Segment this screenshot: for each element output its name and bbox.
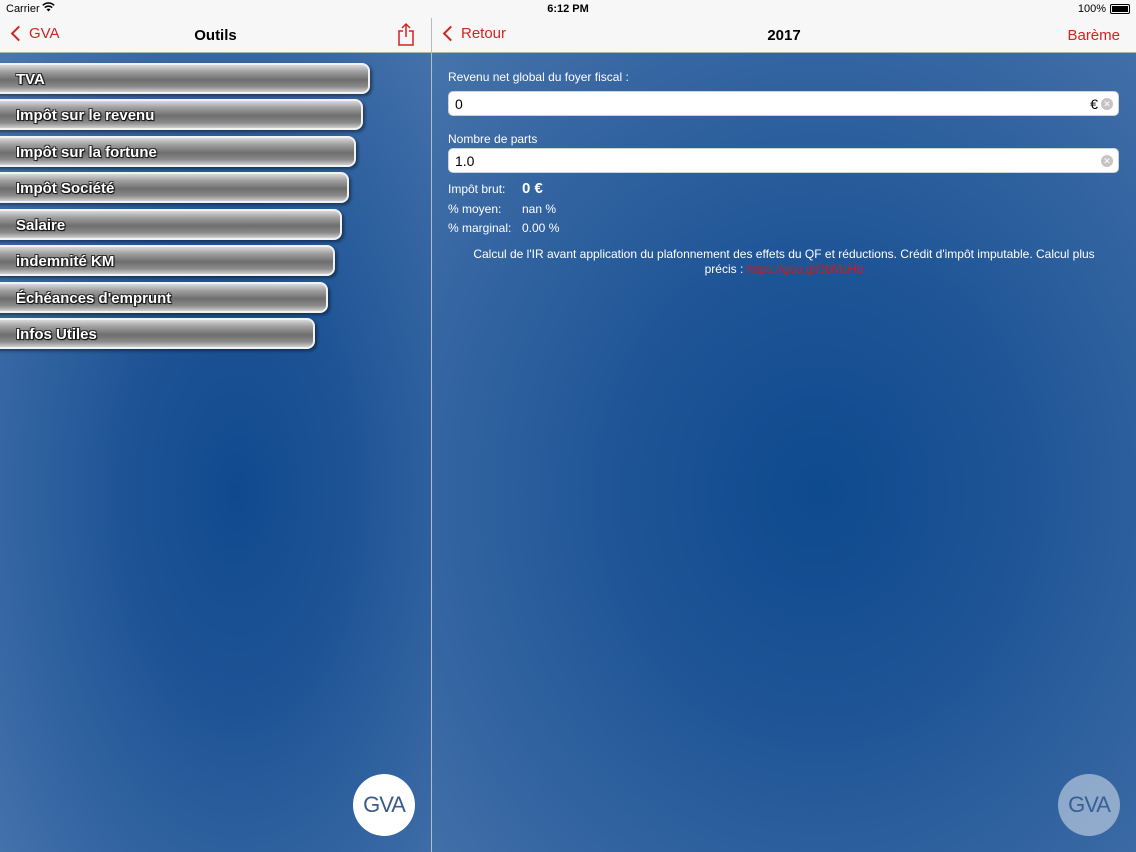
- menu-item-label: Impôt Société: [16, 180, 115, 197]
- impot-brut-label: Impôt brut:: [448, 182, 506, 196]
- impot-brut-value: 0 €: [522, 180, 543, 197]
- menu-item-label: TVA: [16, 71, 45, 88]
- menu-item-impot-societe[interactable]: Impôt Société: [0, 172, 349, 203]
- tools-menu-panel: TVA Impôt sur le revenu Impôt sur la for…: [0, 53, 431, 852]
- logo-text: GVA: [363, 792, 406, 817]
- logo-text: GVA: [1068, 792, 1111, 817]
- left-nav-bar: GVA Outils: [0, 18, 431, 53]
- split-divider: [431, 18, 432, 852]
- marginal-value: 0.00 %: [522, 221, 560, 235]
- revenu-label: Revenu net global du foyer fiscal :: [448, 70, 629, 84]
- status-bar: Carrier 6:12 PM 100%: [0, 0, 1136, 18]
- menu-item-echeances-emprunt[interactable]: Échéances d'emprunt: [0, 282, 328, 313]
- euro-unit: €: [1090, 96, 1098, 112]
- right-nav-bar: Retour 2017 Barème: [432, 18, 1136, 53]
- parts-value: 1.0: [455, 153, 475, 169]
- parts-label: Nombre de parts: [448, 132, 538, 146]
- clear-icon[interactable]: ✕: [1101, 155, 1113, 167]
- income-tax-calculator: Revenu net global du foyer fiscal : 0 € …: [432, 53, 1136, 852]
- menu-item-label: Infos Utiles: [16, 326, 97, 343]
- back-label: Retour: [461, 25, 507, 42]
- battery-percent: 100%: [1077, 3, 1106, 15]
- menu-item-salaire[interactable]: Salaire: [0, 209, 342, 240]
- parts-input[interactable]: 1.0 ✕: [448, 148, 1119, 173]
- battery-icon: [1110, 4, 1130, 14]
- moyen-value: nan %: [522, 202, 557, 216]
- back-label: GVA: [29, 25, 60, 42]
- moyen-label: % moyen:: [448, 202, 502, 216]
- revenu-input[interactable]: 0 € ✕: [448, 91, 1119, 116]
- left-nav-title: Outils: [194, 27, 237, 44]
- menu-item-label: Salaire: [16, 217, 66, 234]
- clock: 6:12 PM: [547, 3, 589, 15]
- menu-item-label: Impôt sur la fortune: [16, 144, 157, 161]
- menu-item-label: Impôt sur le revenu: [16, 107, 155, 124]
- retour-back-button[interactable]: Retour: [442, 25, 506, 42]
- menu-item-label: indemnité KM: [16, 253, 115, 270]
- precise-calc-link[interactable]: https://goo.gl/3bMsHb: [747, 262, 864, 276]
- revenu-value: 0: [455, 96, 463, 112]
- right-nav-title: 2017: [767, 27, 801, 44]
- menu-item-label: Échéances d'emprunt: [16, 290, 172, 307]
- menu-item-impot-fortune[interactable]: Impôt sur la fortune: [0, 136, 356, 167]
- gva-logo[interactable]: GVA: [353, 774, 415, 836]
- chevron-left-icon: [442, 25, 459, 42]
- menu-item-impot-revenu[interactable]: Impôt sur le revenu: [0, 99, 363, 130]
- chevron-left-icon: [10, 25, 27, 42]
- gva-back-button[interactable]: GVA: [10, 25, 60, 42]
- menu-item-tva[interactable]: TVA: [0, 63, 370, 94]
- clear-icon[interactable]: ✕: [1101, 98, 1113, 110]
- bareme-button[interactable]: Barème: [1067, 27, 1120, 44]
- calculation-note: Calcul de l'IR avant application du plaf…: [462, 247, 1106, 277]
- share-icon[interactable]: [397, 22, 415, 46]
- gva-logo-watermark: GVA: [1058, 774, 1120, 836]
- menu-item-indemnite-km[interactable]: indemnité KM: [0, 245, 335, 276]
- marginal-label: % marginal:: [448, 221, 512, 235]
- menu-item-infos-utiles[interactable]: Infos Utiles: [0, 318, 315, 349]
